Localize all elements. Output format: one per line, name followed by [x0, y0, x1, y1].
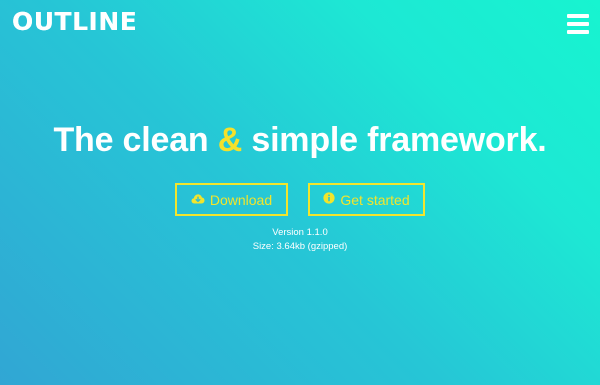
menu-bar-middle	[567, 22, 589, 26]
info-circle-icon	[323, 185, 335, 214]
size-text: Size: 3.64kb (gzipped)	[252, 241, 348, 252]
download-button[interactable]: Download	[175, 183, 288, 216]
get-started-button[interactable]: Get started	[308, 183, 425, 216]
hero-section: The clean & simple framework.	[0, 118, 600, 162]
version-text: Version 1.1.0	[272, 227, 328, 238]
hero-title-part1: The clean	[53, 121, 218, 159]
menu-bar-top	[567, 14, 589, 18]
menu-bar-bottom	[567, 30, 589, 34]
hamburger-menu-icon[interactable]	[567, 14, 589, 34]
site-header: OUTLINE	[0, 0, 600, 50]
cloud-download-icon	[191, 185, 205, 214]
get-started-label: Get started	[340, 191, 410, 208]
hero-title-part2: simple framework.	[242, 121, 547, 159]
version-info: Version 1.1.0 Size: 3.64kb (gzipped)	[0, 226, 600, 254]
hero-title: The clean & simple framework.	[0, 118, 600, 162]
download-label: Download	[209, 191, 273, 208]
hero-actions: Download Get started	[0, 183, 600, 216]
hero-title-ampersand: &	[217, 121, 243, 159]
site-logo[interactable]: OUTLINE	[12, 7, 137, 37]
